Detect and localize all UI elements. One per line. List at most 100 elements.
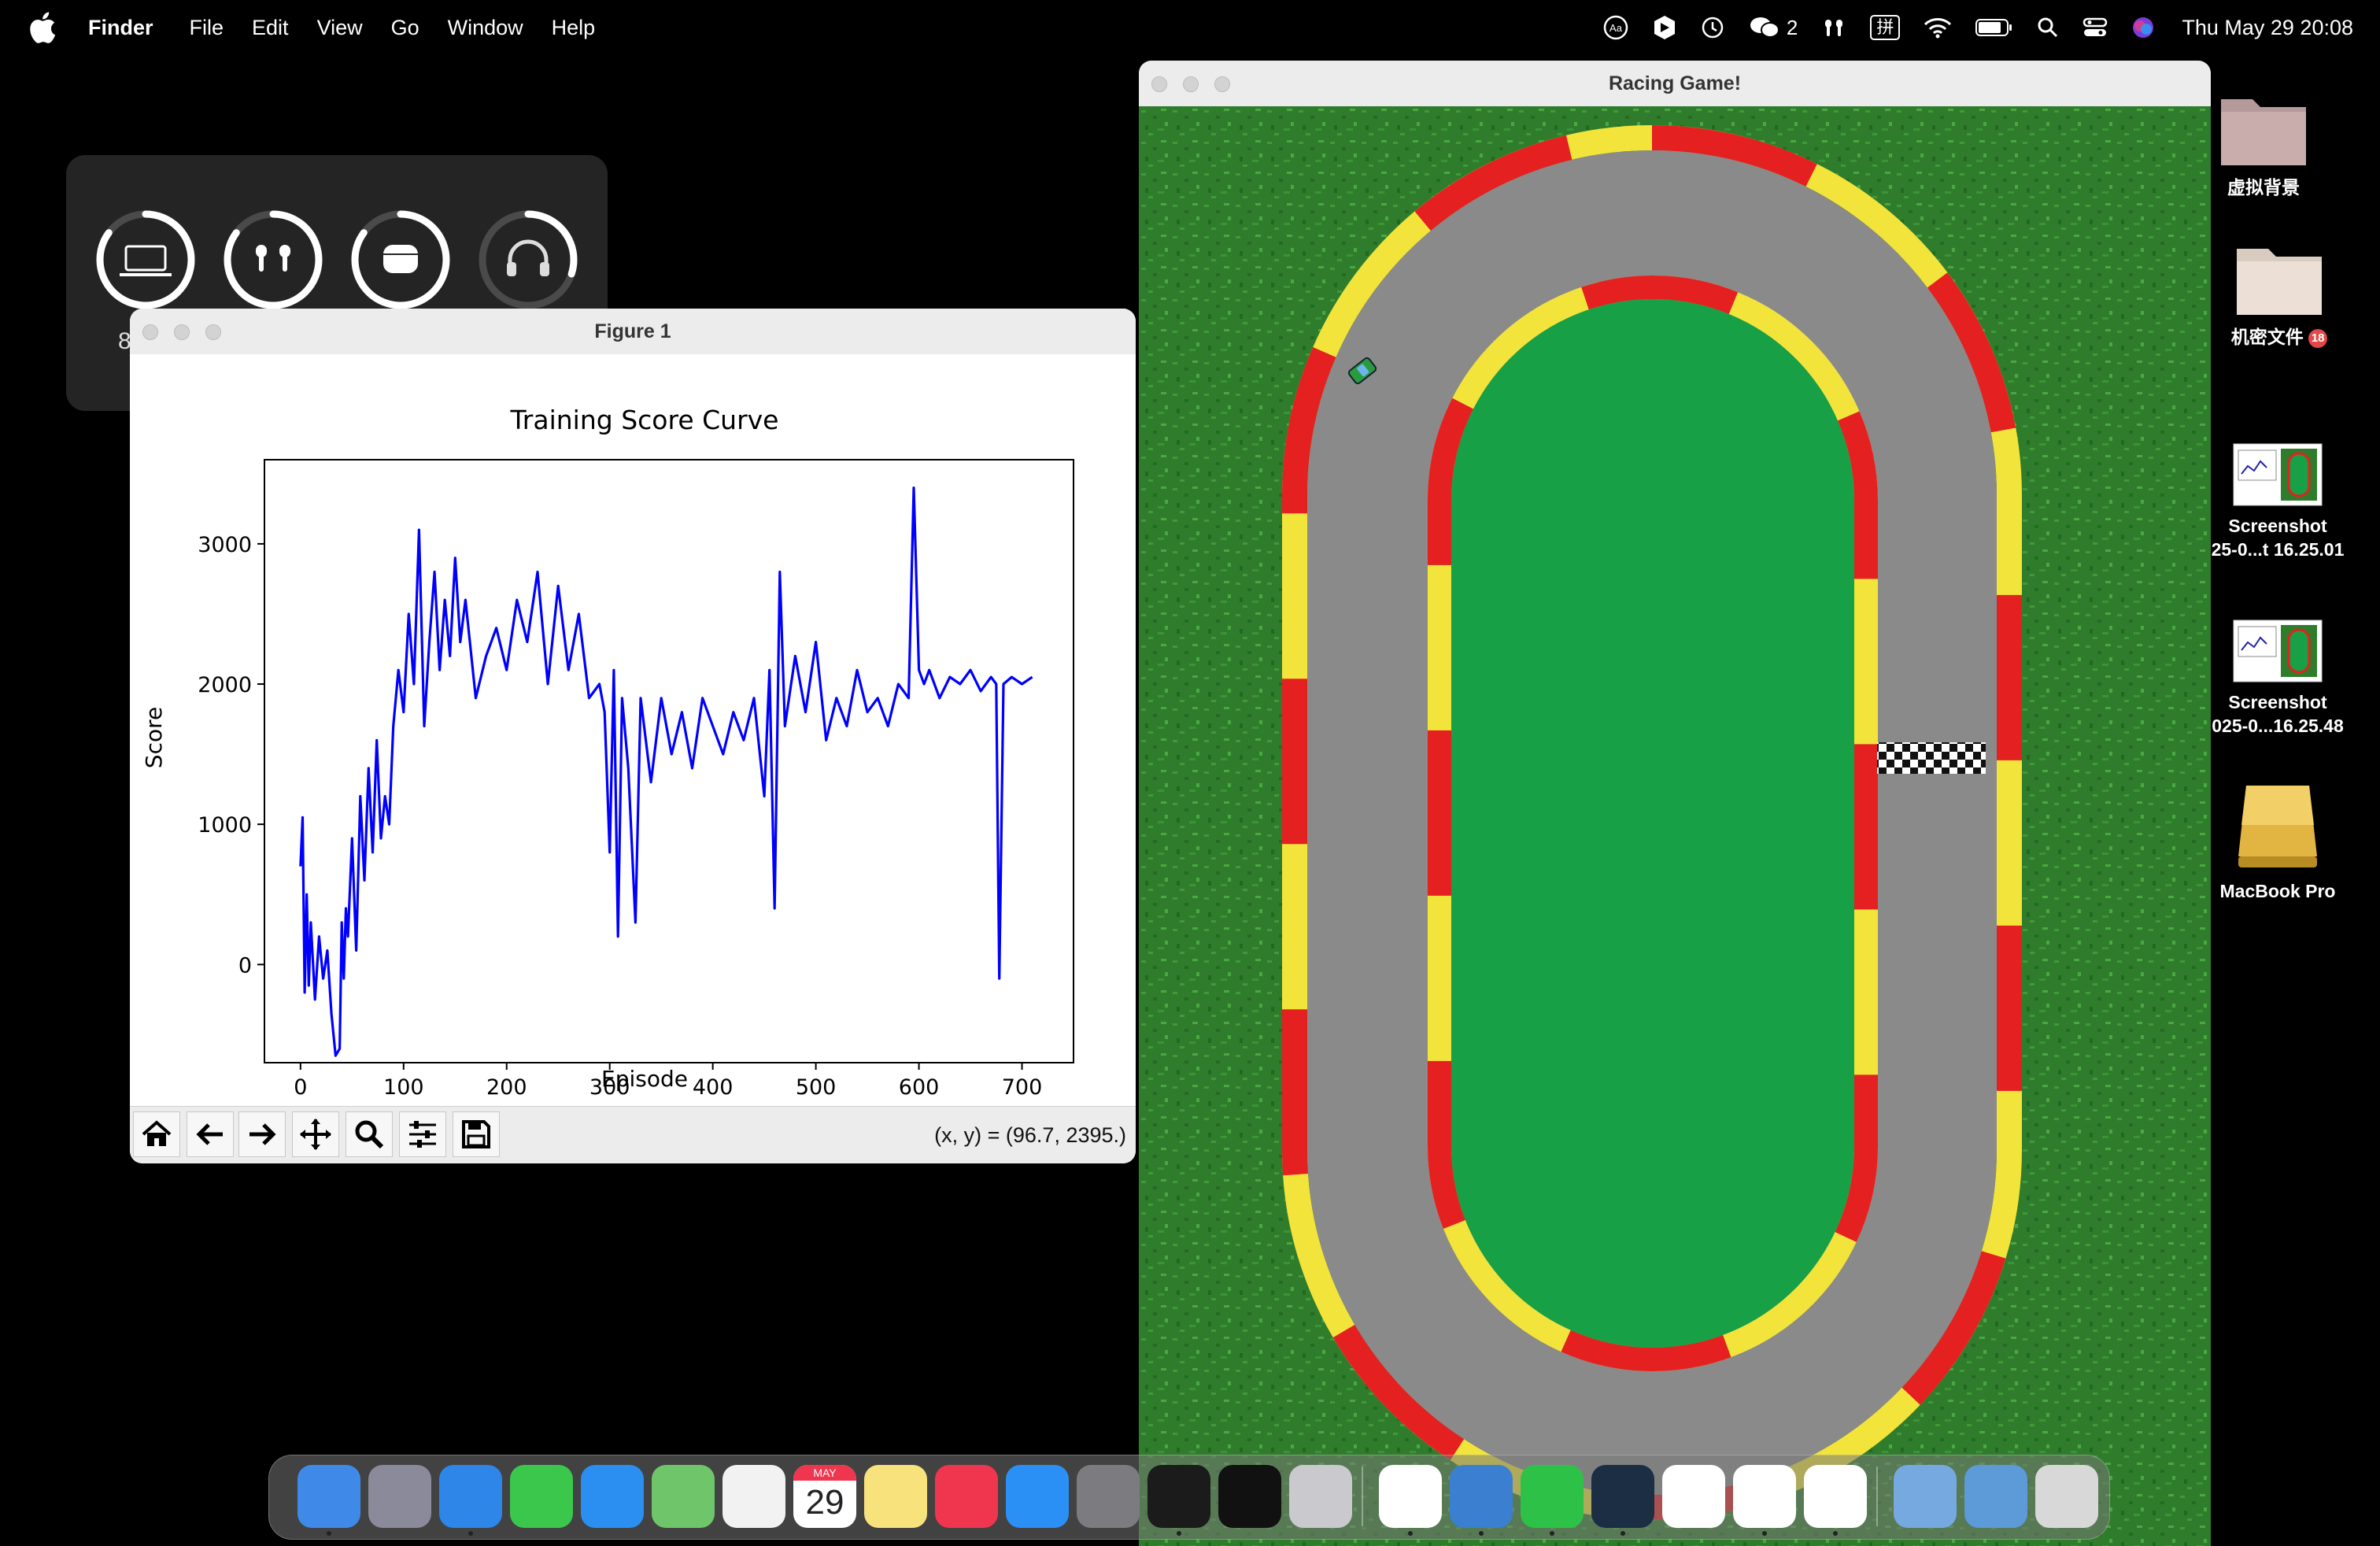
forward-button[interactable] xyxy=(238,1111,286,1157)
folder-icon xyxy=(2221,99,2306,165)
search-icon[interactable] xyxy=(2037,17,2059,39)
running-indicator xyxy=(1177,1531,1181,1536)
headphones-icon xyxy=(507,239,549,276)
dock: MAY 29 xyxy=(268,1455,2110,1540)
dock-dictionary-icon[interactable] xyxy=(1450,1465,1513,1528)
dock-photos-icon[interactable] xyxy=(722,1465,785,1528)
input-method-status[interactable]: 拼 xyxy=(1870,15,1901,40)
running-indicator xyxy=(1762,1531,1767,1536)
dock-calendar-icon[interactable]: MAY 29 xyxy=(793,1465,856,1528)
training-score-chart[interactable]: Training Score Curve Episode Score 0 100 2… xyxy=(130,354,1136,1107)
save-figure-button[interactable] xyxy=(453,1111,500,1157)
battery-icon[interactable] xyxy=(1975,17,2013,38)
dock-chrome-icon[interactable] xyxy=(1379,1465,1442,1528)
apple-logo-icon[interactable] xyxy=(27,10,57,45)
running-indicator xyxy=(1621,1531,1625,1536)
dock-pinwheel-icon[interactable] xyxy=(1804,1465,1867,1528)
chart-title: Training Score Curve xyxy=(510,405,779,435)
dock-messages-icon[interactable] xyxy=(510,1465,573,1528)
menu-file[interactable]: File xyxy=(190,16,224,40)
svg-text:Aa: Aa xyxy=(1609,22,1623,34)
calendar-month: MAY xyxy=(793,1465,856,1481)
dock-mail-icon[interactable] xyxy=(581,1465,644,1528)
menu-window[interactable]: Window xyxy=(448,16,523,40)
dock-finder-icon[interactable] xyxy=(298,1465,360,1528)
desktop-label-line2: 025-0...16.25.48 xyxy=(2212,716,2344,736)
time-machine-status-icon[interactable] xyxy=(1700,15,1725,40)
menu-bar-status: Aa 2 拼 Thu May 29 20:08 xyxy=(1579,0,2353,55)
x-tick-label: 700 xyxy=(1002,1075,1043,1100)
x-tick-label: 600 xyxy=(899,1075,940,1100)
siri-icon[interactable] xyxy=(2131,16,2155,39)
racing-titlebar[interactable]: Racing Game! xyxy=(1139,61,2211,107)
dock-separator xyxy=(1876,1466,1878,1526)
dock-music-icon[interactable] xyxy=(935,1465,998,1528)
menu-view[interactable]: View xyxy=(317,16,363,40)
airpods-status-icon[interactable] xyxy=(1821,15,1846,40)
dock-folder-icon[interactable] xyxy=(1894,1465,1957,1528)
home-button[interactable] xyxy=(133,1111,180,1157)
desktop-macbook-drive[interactable]: MacBook Pro xyxy=(2207,779,2349,903)
menu-help[interactable]: Help xyxy=(552,16,596,40)
dock-wechat-icon[interactable] xyxy=(1521,1465,1584,1528)
figure-titlebar[interactable]: Figure 1 xyxy=(130,309,1136,355)
dock-system-settings-icon[interactable] xyxy=(1077,1465,1140,1528)
race-track-canvas[interactable] xyxy=(1139,106,2211,1546)
dock-downloads-icon[interactable] xyxy=(1964,1465,2027,1528)
cursor-status-icon[interactable] xyxy=(1653,14,1676,41)
dictionary-status-icon[interactable]: Aa xyxy=(1602,14,1629,41)
running-indicator xyxy=(1833,1531,1838,1536)
sliders-icon xyxy=(409,1121,436,1148)
y-axis-label: Score xyxy=(141,707,167,768)
pan-button[interactable] xyxy=(292,1111,339,1157)
dock-trash-icon[interactable] xyxy=(2035,1465,2098,1528)
dock-safari-icon[interactable] xyxy=(439,1465,502,1528)
menu-bar-clock[interactable]: Thu May 29 20:08 xyxy=(2182,16,2353,40)
desktop-screenshot-1[interactable]: Screenshot 25-0...t 16.25.01 xyxy=(2207,439,2349,561)
laptop-battery-ring xyxy=(96,210,195,309)
wechat-status-icon[interactable]: 2 xyxy=(1749,15,1798,40)
desktop-label: MacBook Pro xyxy=(2219,881,2336,901)
racing-game-window[interactable]: Racing Game! xyxy=(1139,61,2211,1546)
calendar-day: 29 xyxy=(805,1483,844,1522)
x-tick-label: 500 xyxy=(796,1075,837,1100)
dock-activity-monitor-icon[interactable] xyxy=(1218,1465,1281,1528)
desktop-screenshot-2[interactable]: Screenshot 025-0...16.25.48 xyxy=(2207,616,2349,738)
x-tick-label: 200 xyxy=(486,1075,527,1100)
dock-launchpad-icon[interactable] xyxy=(368,1465,431,1528)
desktop-label: 机密文件 18 xyxy=(2208,325,2350,349)
figure-toolbar: (x, y) = (96.7, 2395.) xyxy=(130,1106,1136,1163)
zoom-rect-button[interactable] xyxy=(346,1111,393,1157)
dock-maps-icon[interactable] xyxy=(652,1465,715,1528)
screenshot-thumbnail-icon xyxy=(2233,443,2323,506)
dock-cursor-icon[interactable] xyxy=(1591,1465,1654,1528)
menu-app-name[interactable]: Finder xyxy=(88,16,153,40)
figure-window[interactable]: Figure 1 Training Score Curve Episode Sc… xyxy=(130,309,1136,1163)
menu-edit[interactable]: Edit xyxy=(252,16,289,40)
desktop-label-line1: Screenshot xyxy=(2228,692,2327,712)
dock-app-store-icon[interactable] xyxy=(1006,1465,1069,1528)
input-method-label: 拼 xyxy=(1870,15,1901,40)
wifi-icon[interactable] xyxy=(1924,17,1952,39)
back-arrow-icon xyxy=(196,1123,223,1145)
desktop-label: 虚拟背景 xyxy=(2227,177,2300,198)
dock-notes-icon[interactable] xyxy=(864,1465,927,1528)
airpods-battery-ring xyxy=(224,210,323,309)
configure-subplots-button[interactable] xyxy=(399,1111,446,1157)
x-tick-label: 400 xyxy=(693,1075,734,1100)
desktop-folder-confidential[interactable]: 机密文件 18 xyxy=(2208,235,2350,349)
control-center-icon[interactable] xyxy=(2082,17,2108,39)
x-tick-label: 300 xyxy=(589,1075,630,1100)
dock-vscode-icon[interactable] xyxy=(1733,1465,1796,1528)
x-tick-label: 100 xyxy=(383,1075,424,1100)
figure-title: Figure 1 xyxy=(594,320,671,342)
dock-iphone-mirroring-icon[interactable] xyxy=(1289,1465,1352,1528)
dock-terminal-icon[interactable] xyxy=(1148,1465,1210,1528)
desktop-folder-virtual-background[interactable]: 虚拟背景 xyxy=(2193,85,2334,199)
desktop-label-line2: 25-0...t 16.25.01 xyxy=(2211,539,2345,560)
back-button[interactable] xyxy=(187,1111,234,1157)
menu-go[interactable]: Go xyxy=(391,16,419,40)
headphones-battery-ring xyxy=(479,210,578,309)
desktop-label-text: 机密文件 xyxy=(2230,327,2304,347)
dock-mongodb-compass-icon[interactable] xyxy=(1662,1465,1725,1528)
